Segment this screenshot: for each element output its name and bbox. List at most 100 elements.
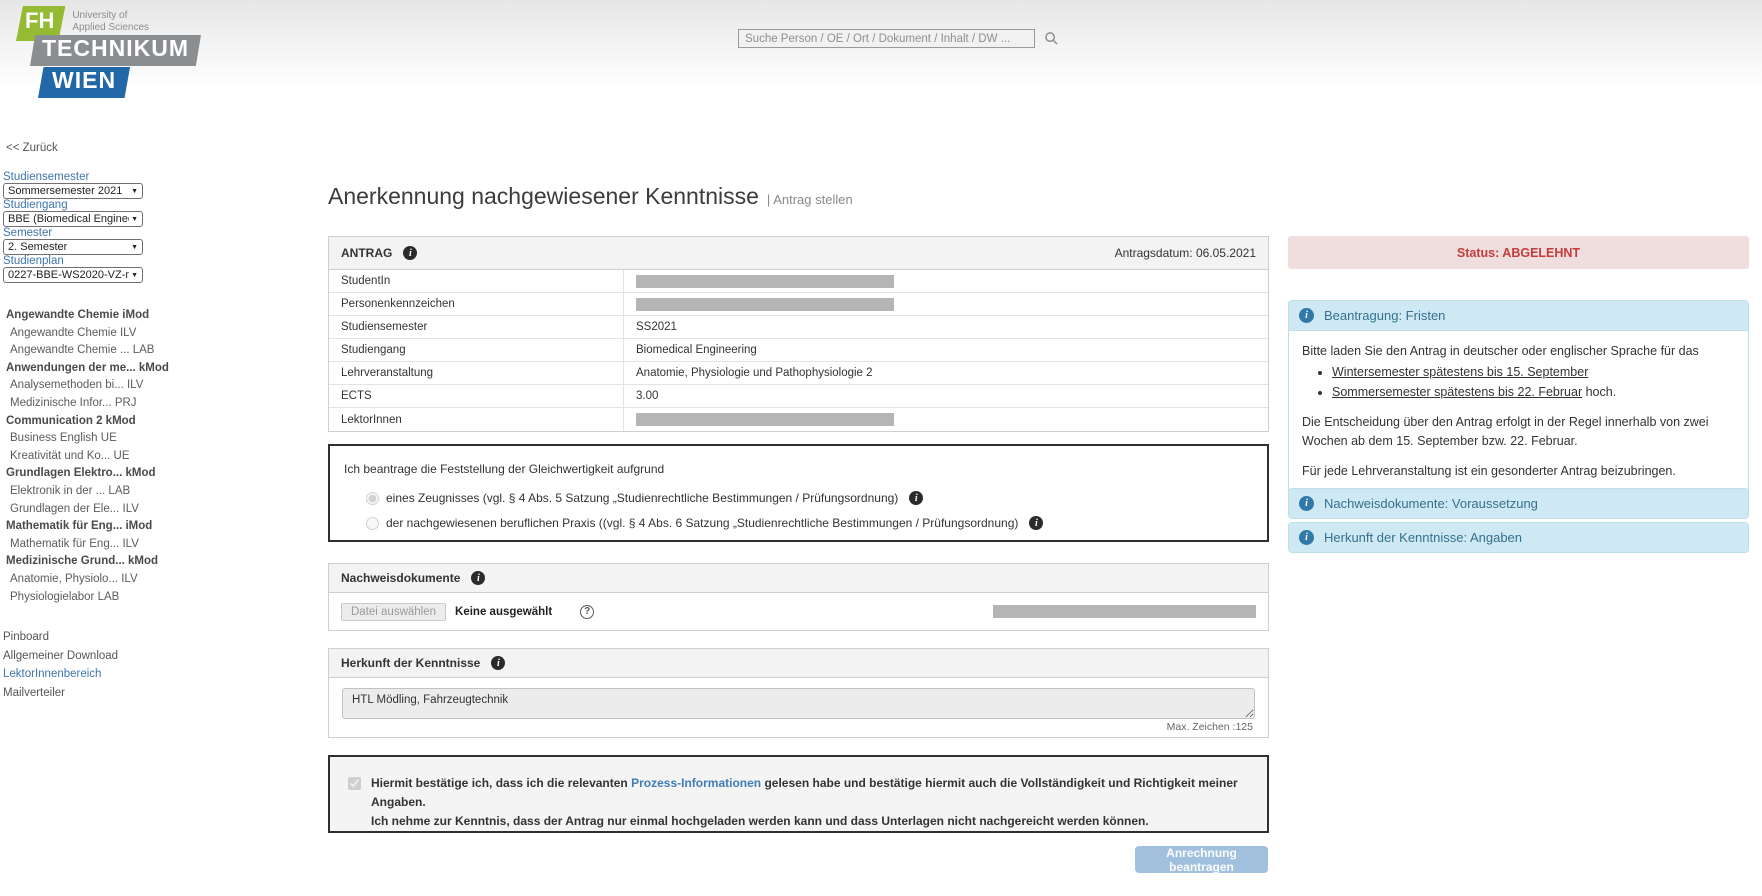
equivalence-box: Ich beantrage die Feststellung der Gleic… bbox=[328, 444, 1269, 542]
studienplan-select[interactable]: 0227-BBE-WS2020-VZ-m ▼ bbox=[3, 267, 143, 283]
sommersemester-deadline-link[interactable]: Sommersemester spätestens bis 22. Februa… bbox=[1332, 385, 1582, 399]
nav-item[interactable]: Elektronik in der ... LAB bbox=[10, 483, 195, 501]
info-icon[interactable]: i bbox=[1029, 516, 1044, 530]
logo-technikum: TECHNIKUM bbox=[30, 35, 201, 66]
sidebar-item-allgemeiner-download[interactable]: Allgemeiner Download bbox=[3, 647, 118, 666]
nachweisdokumente-panel: Nachweisdokumente i Datei auswählen Kein… bbox=[328, 563, 1269, 631]
nav-item-module[interactable]: Mathematik für Eng... iMod bbox=[6, 518, 195, 536]
confirmation-checkbox[interactable] bbox=[348, 777, 361, 790]
nav-item[interactable]: Mathematik für Eng... ILV bbox=[10, 536, 195, 554]
info-icon[interactable]: i bbox=[471, 571, 486, 585]
filter-label-studienplan: Studienplan bbox=[3, 255, 64, 267]
nachweisdokumente-voraussetzung-panel: i Nachweisdokumente: Voraussetzung bbox=[1288, 488, 1749, 519]
equivalence-intro: Ich beantrage die Feststellung der Gleic… bbox=[344, 462, 665, 476]
herkunft-angaben-header[interactable]: i Herkunft der Kenntnisse: Angaben bbox=[1289, 523, 1748, 552]
info-icon[interactable]: i bbox=[403, 246, 418, 260]
list-item: Sommersemester spätestens bis 22. Februa… bbox=[1332, 383, 1735, 401]
search-icon[interactable] bbox=[1044, 31, 1059, 46]
info-icon[interactable]: i bbox=[909, 491, 924, 505]
nachweisdokumente-header: Nachweisdokumente i bbox=[329, 564, 1268, 593]
table-row: Studiensemester SS2021 bbox=[329, 316, 1268, 339]
table-row: Lehrveranstaltung Anatomie, Physiologie … bbox=[329, 362, 1268, 385]
nav-item[interactable]: Kreativität und Ko... UE bbox=[10, 448, 195, 466]
course-nav: Angewandte Chemie iMod Angewandte Chemie… bbox=[6, 307, 195, 607]
row-value: Biomedical Engineering bbox=[636, 344, 757, 356]
nachweisdokumente-voraussetzung-header[interactable]: i Nachweisdokumente: Voraussetzung bbox=[1289, 489, 1748, 518]
chevron-down-icon: ▼ bbox=[131, 215, 138, 223]
nav-item[interactable]: Grundlagen der Ele... ILV bbox=[10, 501, 195, 519]
sidebar-item-pinboard[interactable]: Pinboard bbox=[3, 628, 118, 647]
table-row: ECTS 3.00 bbox=[329, 385, 1268, 408]
nav-item-module[interactable]: Communication 2 kMod bbox=[6, 413, 195, 431]
sidebar-item-lektorinnenbereich[interactable]: LektorInnenbereich bbox=[3, 665, 118, 684]
nav-item[interactable]: Analysemethoden bi... ILV bbox=[10, 377, 195, 395]
sidebar-footer: Pinboard Allgemeiner Download LektorInne… bbox=[3, 628, 118, 702]
redacted-value bbox=[993, 605, 1256, 618]
herkunft-textarea[interactable]: HTL Mödling, Fahrzeugtechnik bbox=[342, 688, 1255, 719]
anrechnung-beantragen-button[interactable]: Anrechnung beantragen bbox=[1135, 846, 1268, 874]
confirmation-line2: Ich nehme zur Kenntnis, dass der Antrag … bbox=[371, 814, 1149, 829]
fristen-panel-title: Beantragung: Fristen bbox=[1324, 308, 1446, 323]
table-row: Personenkennzeichen bbox=[329, 293, 1268, 316]
info-icon: i bbox=[1299, 530, 1314, 545]
nav-item[interactable]: Angewandte Chemie ILV bbox=[10, 325, 195, 343]
antrag-date: Antragsdatum: 06.05.2021 bbox=[1114, 246, 1256, 260]
semester-select[interactable]: 2. Semester ▼ bbox=[3, 239, 143, 255]
nav-item[interactable]: Anatomie, Physiolo... ILV bbox=[10, 571, 195, 589]
herkunft-header: Herkunft der Kenntnisse i bbox=[329, 649, 1268, 678]
nav-item[interactable]: Business English UE bbox=[10, 430, 195, 448]
deadline-suffix: hoch. bbox=[1582, 385, 1617, 400]
studiengang-select[interactable]: BBE (Biomedical Engineer ▼ bbox=[3, 211, 143, 227]
info-icon[interactable]: i bbox=[491, 656, 506, 670]
wintersemester-deadline-link[interactable]: Wintersemester spätestens bis 15. Septem… bbox=[1332, 365, 1588, 379]
table-row: Studiengang Biomedical Engineering bbox=[329, 339, 1268, 362]
prozess-informationen-link[interactable]: Prozess-Informationen bbox=[631, 776, 761, 790]
row-label: LektorInnen bbox=[329, 408, 624, 431]
table-row: LektorInnen bbox=[329, 408, 1268, 431]
nav-item-module[interactable]: Anwendungen der me... kMod bbox=[6, 360, 195, 378]
nav-item[interactable]: Medizinische Infor... PRJ bbox=[10, 395, 195, 413]
antrag-panel: ANTRAG i Antragsdatum: 06.05.2021 Studen… bbox=[328, 236, 1269, 432]
zeugnis-radio-label: eines Zeugnisses (vgl. § 4 Abs. 5 Satzun… bbox=[386, 491, 899, 505]
chevron-down-icon: ▼ bbox=[131, 243, 138, 251]
nav-item[interactable]: Angewandte Chemie ... LAB bbox=[10, 342, 195, 360]
studiensemester-select[interactable]: Sommersemester 2021 ▼ bbox=[3, 183, 143, 199]
row-label: Studiensemester bbox=[329, 316, 624, 338]
praxis-radio[interactable] bbox=[366, 516, 379, 530]
herkunft-panel: Herkunft der Kenntnisse i HTL Mödling, F… bbox=[328, 648, 1269, 738]
filter-label-studiengang: Studiengang bbox=[3, 199, 68, 211]
redacted-value bbox=[636, 413, 894, 426]
fristen-panel: i Beantragung: Fristen Bitte laden Sie d… bbox=[1288, 300, 1749, 494]
sidebar-item-mailverteiler[interactable]: Mailverteiler bbox=[3, 684, 118, 703]
zeugnis-radio[interactable] bbox=[366, 491, 379, 505]
file-status-text: Keine ausgewählt bbox=[455, 605, 553, 618]
page-subtitle: | Antrag stellen bbox=[766, 192, 853, 207]
row-label: Studiengang bbox=[329, 339, 624, 361]
herkunft-body: HTL Mödling, Fahrzeugtechnik Max. Zeiche… bbox=[329, 678, 1268, 737]
equivalence-option-praxis: der nachgewiesenen beruflichen Praxis ((… bbox=[366, 516, 1253, 530]
confirmation-text: Hiermit bestätige ich, dass ich die rele… bbox=[371, 774, 1253, 832]
chevron-down-icon: ▼ bbox=[131, 187, 138, 195]
fristen-paragraph: Die Entscheidung über den Antrag erfolgt… bbox=[1302, 415, 1709, 448]
logo-subtitle: University of Applied Sciences bbox=[72, 6, 149, 34]
file-select-button[interactable]: Datei auswählen bbox=[341, 602, 447, 621]
redacted-value bbox=[636, 297, 894, 311]
row-value: SS2021 bbox=[636, 321, 677, 333]
max-chars-hint: Max. Zeichen :125 bbox=[1166, 721, 1253, 733]
confirmation-text-before-link: Hiermit bestätige ich, dass ich die rele… bbox=[371, 776, 632, 790]
page-title: Anerkennung nachgewiesener Kenntnisse bbox=[328, 183, 759, 209]
search-input[interactable] bbox=[738, 29, 1035, 48]
nav-item[interactable]: Physiologielabor LAB bbox=[10, 589, 195, 607]
question-icon[interactable]: ? bbox=[580, 604, 595, 619]
studiensemester-select-value: Sommersemester 2021 bbox=[8, 185, 123, 197]
nachweisdokumente-body: Datei auswählen Keine ausgewählt ? bbox=[329, 593, 1268, 630]
nav-item-module[interactable]: Medizinische Grund... kMod bbox=[6, 553, 195, 571]
nav-item-module[interactable]: Grundlagen Elektro... kMod bbox=[6, 465, 195, 483]
herkunft-angaben-title: Herkunft der Kenntnisse: Angaben bbox=[1324, 530, 1523, 545]
studienplan-select-value: 0227-BBE-WS2020-VZ-m bbox=[8, 269, 130, 281]
praxis-radio-label: der nachgewiesenen beruflichen Praxis ((… bbox=[386, 516, 1019, 530]
fristen-panel-header[interactable]: i Beantragung: Fristen bbox=[1289, 301, 1748, 330]
back-link[interactable]: << Zurück bbox=[6, 142, 58, 154]
nav-item-module[interactable]: Angewandte Chemie iMod bbox=[6, 307, 195, 325]
info-icon: i bbox=[1299, 496, 1314, 511]
